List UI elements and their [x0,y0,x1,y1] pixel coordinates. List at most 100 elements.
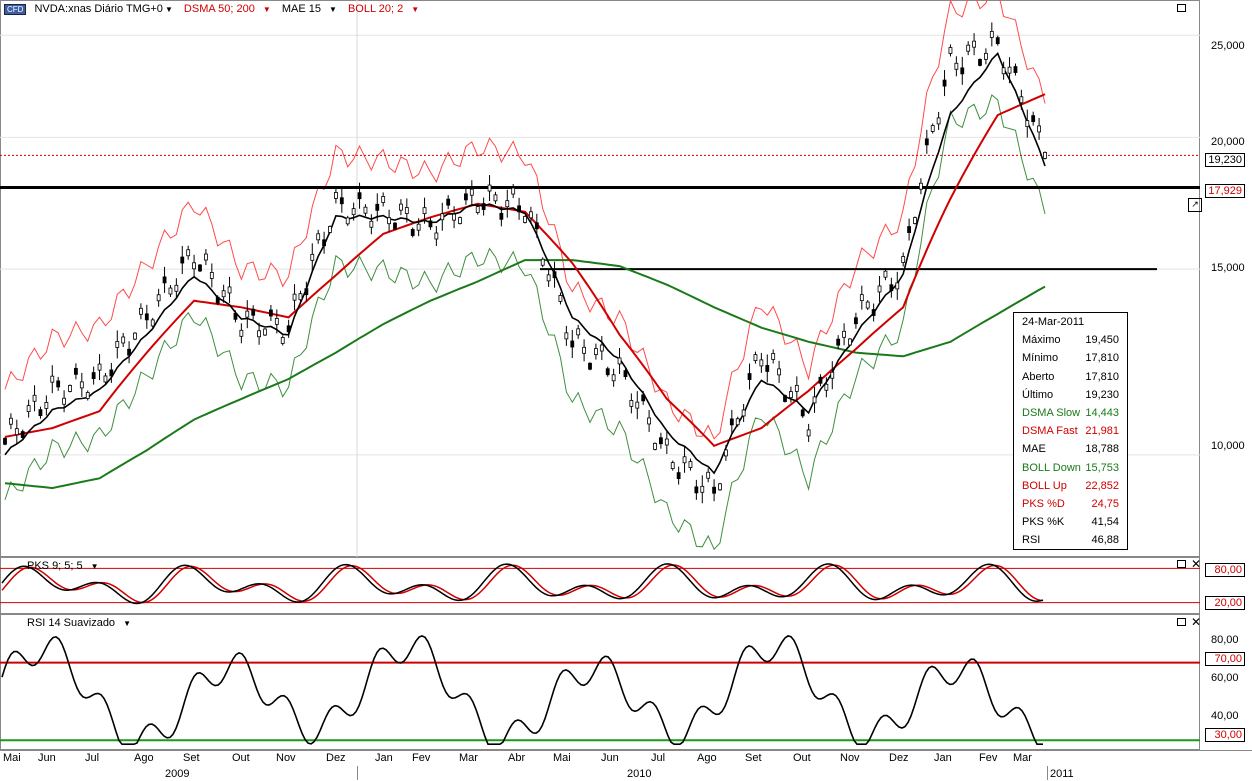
boll-down-line [4,94,1046,551]
candle-body [676,472,681,480]
rsi-title[interactable]: RSI 14 Suavizado ▼ [27,617,139,629]
candle-body [103,375,108,383]
candle-body [404,207,409,214]
candle-body [564,332,569,340]
close-icon[interactable]: ✕ [1191,616,1201,628]
pks-level-tag: 80,00 [1205,563,1245,577]
maximize-icon[interactable] [1177,560,1186,568]
candle-body [729,418,734,426]
candle-body [605,368,610,376]
candle-body [381,196,386,203]
candle-body [32,394,37,402]
rsi-tick: 60,00 [1211,672,1239,684]
info-row: BOLL Up 22,852 [1014,477,1127,495]
candle-body [298,293,303,301]
candle-body [930,125,935,132]
month-label: Ago [697,752,717,764]
cursor-icon[interactable]: ↗ [1188,198,1202,212]
candle-body [659,437,663,445]
rsi-lines [0,635,1200,745]
candle-body [434,232,439,240]
info-key: PKS %K [1022,516,1065,529]
candle-body [907,226,911,233]
mae-line [4,51,1046,475]
year-label: 2009 [165,768,190,780]
boll-label[interactable]: BOLL 20; 2 [348,3,403,15]
candle-body [617,357,622,365]
candle-body [174,284,179,292]
candle-body [339,197,344,205]
symbol-label[interactable]: NVDA:xnas Diário TMG+0 [34,3,162,15]
mae-dropdown-icon[interactable]: ▼ [329,5,337,14]
candle-body [452,213,456,221]
candle-body [724,449,728,457]
candle-body [91,372,96,379]
dropdown-icon[interactable]: ▼ [165,5,173,14]
info-value: 24,75 [1091,497,1119,510]
candle-body [375,203,380,211]
candle-body [3,437,7,445]
close-icon[interactable]: ✕ [1191,558,1201,570]
candle-body [458,217,462,224]
candle-body [263,328,267,336]
candle-body [783,395,787,402]
candle-body [304,288,309,296]
candle-body [611,374,616,382]
candle-body [546,274,551,282]
candle-body [505,200,510,208]
candle-body [623,370,628,378]
candle-body [1025,120,1030,128]
data-info-box: 24-Mar-2011 Máximo 19,450 Mínimo 17,810 Aber… [1013,312,1128,551]
candle-body [233,312,238,320]
price-tick: 20,000 [1211,136,1245,148]
maximize-icon[interactable] [1177,618,1186,626]
info-row: DSMA Fast 21,981 [1014,422,1127,440]
candle-body [883,270,888,278]
info-value: 17,810 [1085,352,1119,365]
candle-body [759,359,764,367]
price-tick: 10,000 [1211,440,1245,452]
month-label: Mar [1013,752,1032,764]
dsma-label[interactable]: DSMA 50; 200 [184,3,255,15]
candle-body [865,301,870,309]
candle-body [540,258,545,266]
candle-body [481,203,486,210]
info-key: BOLL Up [1022,479,1067,492]
candle-body [493,194,498,202]
pks-title[interactable]: PKS 9; 5; 5 ▼ [27,560,107,572]
candle-body [747,373,752,380]
pks-d-line [1,564,1044,604]
candle-body [570,340,575,348]
last-price-tag: 19,230 [1205,153,1245,167]
candle-body [168,287,173,295]
candle-body [85,392,90,399]
month-label: Nov [276,752,296,764]
rsi-chart[interactable] [0,614,1200,750]
candle-body [44,402,49,409]
candle-body [765,365,770,372]
candle-body [1001,67,1006,75]
candle-body [670,462,675,469]
candle-body [1037,125,1041,133]
candle-body [144,313,149,321]
candle-body [718,483,722,491]
candle-body [221,290,226,298]
candle-body [842,330,846,338]
candle-body [895,282,900,290]
candle-body [239,329,244,337]
pks-chart[interactable] [0,557,1200,614]
candle-body [127,348,131,356]
candle-body [1019,96,1024,104]
candle-body [38,409,43,417]
mae-label[interactable]: MAE 15 [282,3,321,15]
info-value: 19,450 [1085,334,1119,347]
candle-body [735,418,740,426]
maximize-icon[interactable] [1177,4,1186,12]
month-label: Jun [601,752,619,764]
month-label: Mar [459,752,478,764]
candle-body [109,369,114,377]
candle-body [984,52,988,60]
candle-body [824,383,829,391]
dsma-dropdown-icon[interactable]: ▼ [263,5,271,14]
boll-dropdown-icon[interactable]: ▼ [411,5,419,14]
